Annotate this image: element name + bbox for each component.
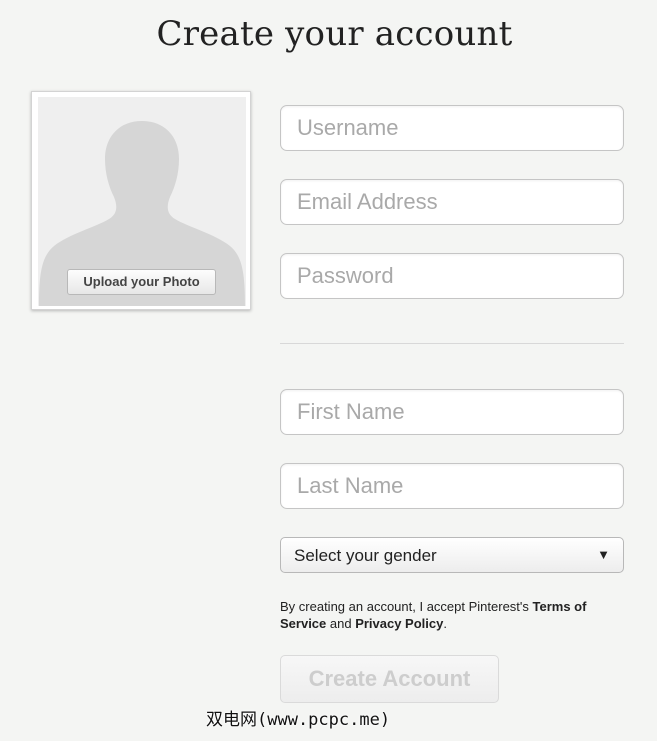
password-input[interactable] <box>280 253 624 299</box>
terms-suffix: . <box>443 616 447 631</box>
watermark: 双电网(www.pcpc.me) <box>206 710 391 730</box>
gender-selected-value: Select your gender <box>294 546 437 565</box>
terms-prefix: By creating an account, I accept Pintere… <box>280 599 533 614</box>
terms-middle: and <box>326 616 356 631</box>
email-input[interactable] <box>280 179 624 225</box>
last-name-input[interactable] <box>280 463 624 509</box>
page-title: Create your account <box>156 14 513 54</box>
terms-notice: By creating an account, I accept Pintere… <box>280 598 624 632</box>
gender-select[interactable]: Select your gender ▼ <box>280 537 624 573</box>
form-divider <box>280 343 624 344</box>
triangle-down-icon: ▼ <box>597 547 610 562</box>
create-account-button[interactable]: Create Account <box>280 655 499 703</box>
upload-photo-button[interactable]: Upload your Photo <box>67 269 216 295</box>
privacy-policy-link[interactable]: Privacy Policy <box>355 616 443 631</box>
username-input[interactable] <box>280 105 624 151</box>
first-name-input[interactable] <box>280 389 624 435</box>
